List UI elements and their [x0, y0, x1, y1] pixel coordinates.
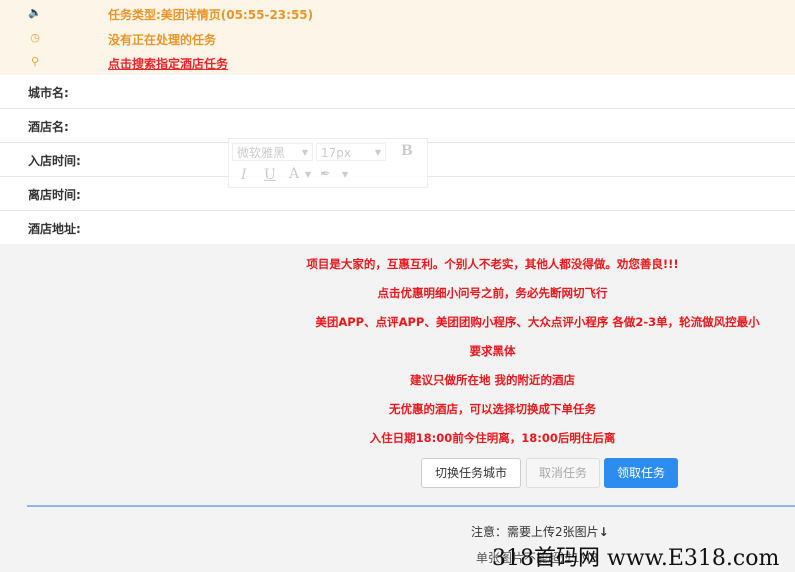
hotel-label: 酒店名: — [28, 120, 69, 134]
chevron-down-icon[interactable]: ▼ — [305, 170, 311, 179]
font-color-button[interactable]: A — [289, 166, 299, 182]
text-format-toolbar: 微软雅黑 ▼ 17px ▼ B I U A ▼ ✒ ▼ — [228, 138, 428, 188]
upload-note: 注意：需要上传2张图片↓ — [471, 523, 609, 540]
clock-icon: ◷ — [30, 31, 40, 44]
chevron-down-icon: ▼ — [301, 148, 308, 157]
font-family-select[interactable]: 微软雅黑 ▼ — [232, 143, 313, 161]
bold-button[interactable]: B — [401, 143, 413, 159]
rule-line: 要求黑体 — [469, 344, 516, 358]
speaker-icon: 🔈 — [28, 6, 42, 19]
rule-line: 美团APP、点评APP、美团团购小程序、大众点评小程序 各做2-3单，轮流做风控… — [315, 315, 760, 329]
watermark: 318首码网 www.E318.com — [492, 546, 780, 571]
font-family-value: 微软雅黑 — [237, 146, 286, 160]
font-size-select[interactable]: 17px ▼ — [316, 143, 386, 161]
switch-city-button[interactable]: 切换任务城市 — [421, 458, 521, 488]
address-label: 酒店地址: — [28, 222, 81, 236]
font-size-value: 17px — [321, 146, 351, 160]
underline-button[interactable]: U — [264, 167, 276, 183]
chevron-down-icon[interactable]: ▼ — [342, 170, 348, 179]
task-type-row: 🔈 任务类型:美团详情页(05:55-23:55) — [0, 4, 795, 28]
checkout-label: 离店时间: — [28, 188, 81, 202]
italic-button[interactable]: I — [241, 167, 247, 183]
upload-note-text: 注意：需要上传2张图片 — [471, 525, 599, 539]
arrow-down-icon: ↓ — [598, 525, 609, 539]
city-row: 城市名: — [0, 75, 795, 109]
highlight-brush-icon[interactable]: ✒ — [320, 167, 331, 182]
checkin-label: 入店时间: — [28, 154, 81, 168]
task-status-row: ◷ 没有正在处理的任务 — [0, 29, 795, 53]
search-icon: ⚲ — [30, 55, 40, 68]
claim-task-button[interactable]: 领取任务 — [604, 458, 678, 488]
city-label: 城市名: — [28, 86, 69, 100]
rule-line: 无优惠的酒店，可以选择切换成下单任务 — [389, 402, 596, 416]
search-task-link[interactable]: 点击搜索指定酒店任务 — [108, 55, 228, 72]
search-task-row[interactable]: ⚲ 点击搜索指定酒店任务 — [0, 53, 795, 77]
address-row: 酒店地址: — [0, 211, 795, 244]
rule-line: 建议只做所在地 我的附近的酒店 — [409, 373, 575, 387]
chevron-down-icon: ▼ — [374, 148, 381, 157]
rule-line: 入住日期18:00前今住明离，18:00后明住后离 — [369, 431, 616, 445]
rule-line: 点击优惠明细小问号之前，务必先断网切飞行 — [377, 286, 608, 300]
notice-panel: 🔈 任务类型:美团详情页(05:55-23:55) ◷ 没有正在处理的任务 ⚲ … — [0, 0, 795, 74]
task-status-text: 没有正在处理的任务 — [108, 33, 217, 47]
cancel-task-button[interactable]: 取消任务 — [526, 458, 600, 488]
rule-line: 项目是大家的，互惠互利。个别人不老实，其他人都没得做。劝您善良!!! — [306, 257, 679, 271]
section-divider — [27, 505, 795, 507]
task-type-text: 任务类型:美团详情页(05:55-23:55) — [108, 8, 314, 22]
